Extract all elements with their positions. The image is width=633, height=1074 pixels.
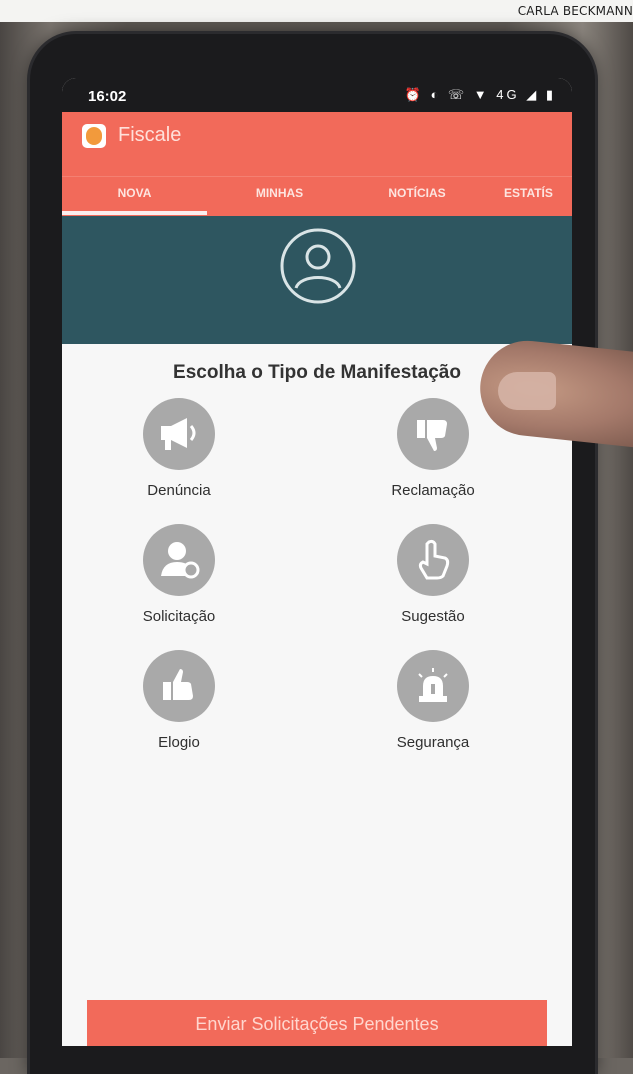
- app-title: Fiscale: [118, 124, 182, 146]
- tab-bar: NOVA MINHAS NOTÍCIAS ESTATÍS: [62, 176, 572, 217]
- status-icons: ⏰ ◐ ☏ ▼ 4G ◢ ▮: [404, 87, 556, 102]
- option-seguranca[interactable]: Segurança: [358, 650, 508, 751]
- status-bar: 16:02 ⏰ ◐ ☏ ▼ 4G ◢ ▮: [62, 78, 572, 112]
- active-tab-indicator: [62, 211, 207, 215]
- thumbs-up-icon: [143, 650, 215, 722]
- option-sugestao[interactable]: Sugestão: [358, 524, 508, 625]
- option-elogio[interactable]: Elogio: [104, 650, 254, 751]
- option-reclamacao[interactable]: Reclamação: [358, 398, 508, 499]
- option-label: Sugestão: [401, 608, 465, 625]
- photo-top-strip: CARLA BECKMANN: [0, 0, 633, 22]
- tab-minhas[interactable]: MINHAS: [207, 177, 352, 217]
- option-solicitacao[interactable]: Solicitação: [104, 524, 254, 625]
- option-label: Segurança: [396, 734, 470, 751]
- thumbs-down-icon: [397, 398, 469, 470]
- option-denuncia[interactable]: Denúncia: [104, 398, 254, 499]
- system-nav-bar: [62, 1046, 572, 1058]
- user-request-icon: [143, 524, 215, 596]
- status-time: 16:02: [88, 88, 127, 105]
- option-label: Denúncia: [147, 482, 211, 499]
- option-label: Elogio: [158, 734, 200, 751]
- app-logo-icon: [82, 124, 106, 148]
- profile-header: [62, 216, 572, 344]
- user-avatar-icon[interactable]: [278, 226, 358, 306]
- tab-estatisticas[interactable]: ESTATÍS: [482, 177, 572, 217]
- app-bar: Fiscale: [62, 112, 572, 176]
- pointing-hand-icon: [397, 524, 469, 596]
- option-label: Solicitação: [142, 608, 216, 625]
- photo-credit: CARLA BECKMANN: [517, 4, 633, 18]
- phone-screen: 16:02 ⏰ ◐ ☏ ▼ 4G ◢ ▮ Fiscale NOVA MINHAS…: [62, 78, 572, 1058]
- alarm-siren-icon: [397, 650, 469, 722]
- megaphone-icon: [143, 398, 215, 470]
- tab-noticias[interactable]: NOTÍCIAS: [352, 177, 482, 217]
- option-label: Reclamação: [391, 482, 475, 499]
- fingernail: [498, 372, 556, 410]
